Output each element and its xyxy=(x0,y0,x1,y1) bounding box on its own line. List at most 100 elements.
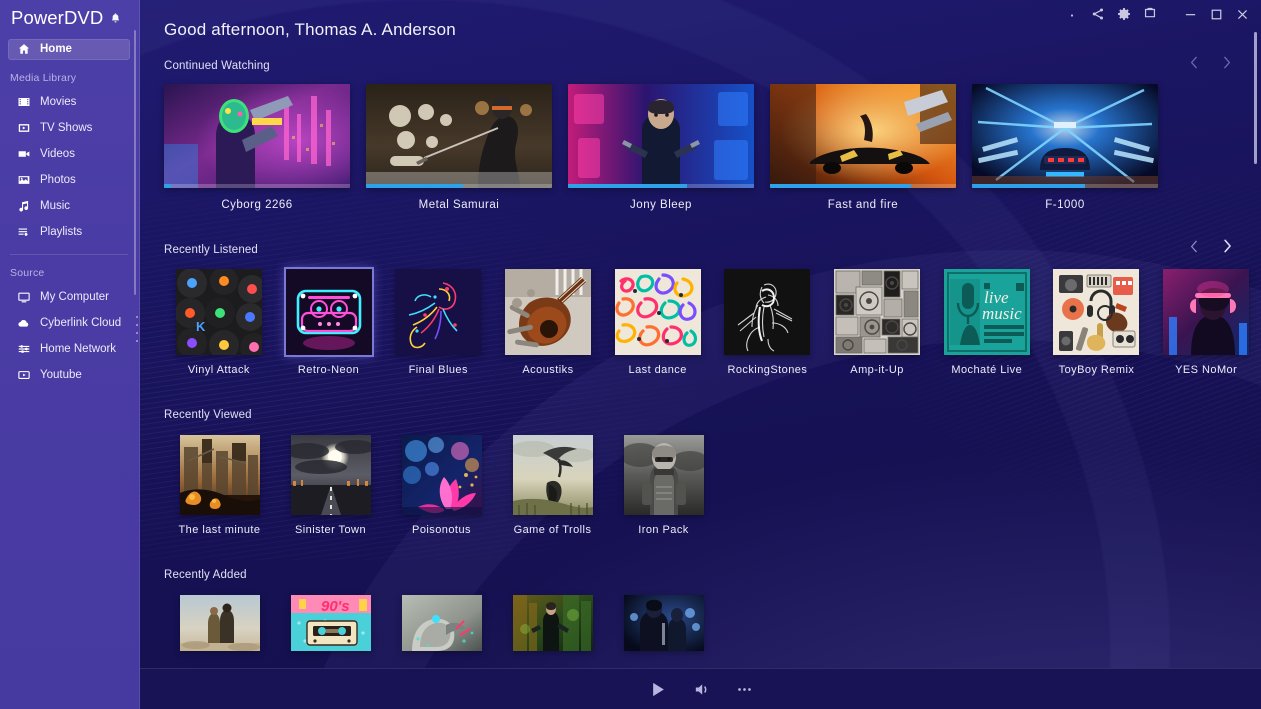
sidebar-item-playlists[interactable]: Playlists xyxy=(8,219,132,245)
album-title: Acoustiks xyxy=(493,364,603,376)
maximize-icon[interactable] xyxy=(1203,1,1229,27)
sidebar-scrollbar[interactable] xyxy=(134,30,136,295)
photo-card[interactable]: Sinister Town xyxy=(275,435,386,536)
sidebar-item-my-computer[interactable]: My Computer xyxy=(8,284,132,310)
album-thumbnail[interactable] xyxy=(615,269,701,355)
media-card[interactable]: Cyborg 2266 xyxy=(164,84,366,211)
album-card[interactable]: Acoustiks xyxy=(493,269,603,376)
album-card-selected[interactable]: Retro-Neon xyxy=(274,269,384,376)
bell-icon[interactable] xyxy=(109,11,122,26)
media-thumbnail[interactable] xyxy=(624,595,704,651)
media-card[interactable]: Metal Samurai xyxy=(366,84,568,211)
album-thumbnail[interactable] xyxy=(286,269,372,355)
photo-thumbnail[interactable] xyxy=(402,435,482,515)
sidebar-item-home[interactable]: Home xyxy=(8,39,130,60)
album-card[interactable]: ToyBoy Remix xyxy=(1042,269,1152,376)
photo-card[interactable]: Game of Trolls xyxy=(497,435,608,536)
media-thumbnail[interactable]: 90's xyxy=(291,595,371,651)
photo-card[interactable]: The last minute xyxy=(164,435,275,536)
album-thumbnail[interactable] xyxy=(505,269,591,355)
chevron-right-icon[interactable] xyxy=(1219,237,1235,255)
photo-card[interactable]: Poisonotus xyxy=(386,435,497,536)
media-thumbnail[interactable] xyxy=(770,84,956,188)
album-card[interactable]: live music Mochaté Live xyxy=(932,269,1042,376)
sidebar-item-my-computer-label: My Computer xyxy=(40,291,109,303)
album-card[interactable]: YES NoMor xyxy=(1151,269,1261,376)
sidebar-item-home-network[interactable]: Home Network xyxy=(8,336,132,362)
minimize-icon[interactable] xyxy=(1177,1,1203,27)
media-thumbnail[interactable] xyxy=(164,84,350,188)
cast-screen-icon[interactable] xyxy=(1137,1,1163,27)
media-card[interactable] xyxy=(386,595,497,651)
sidebar-item-movies[interactable]: Movies xyxy=(8,89,132,115)
sidebar: PowerDVD Home Media Library Movi xyxy=(0,0,140,709)
media-card[interactable] xyxy=(164,595,275,651)
media-card[interactable]: F-1000 xyxy=(972,84,1174,211)
sidebar-item-photos[interactable]: Photos xyxy=(8,167,132,193)
media-thumbnail[interactable] xyxy=(402,595,482,651)
sidebar-group-title-media-library: Media Library xyxy=(0,60,140,89)
album-card[interactable]: RockingStones xyxy=(713,269,823,376)
media-card[interactable] xyxy=(497,595,608,651)
media-thumbnail[interactable] xyxy=(513,595,593,651)
album-title: YES NoMor xyxy=(1151,364,1261,376)
sidebar-resize-handle[interactable] xyxy=(134,316,140,342)
gear-icon[interactable] xyxy=(1111,1,1137,27)
media-thumbnail[interactable] xyxy=(568,84,754,188)
album-thumbnail[interactable] xyxy=(1053,269,1139,355)
album-card[interactable]: K Vinyl Attack xyxy=(164,269,274,376)
chevron-left-icon[interactable] xyxy=(1186,53,1202,71)
album-thumbnail[interactable]: live music xyxy=(944,269,1030,355)
sidebar-item-videos-label: Videos xyxy=(40,148,75,160)
home-icon xyxy=(17,42,31,56)
album-thumbnail[interactable] xyxy=(1163,269,1249,355)
app-brand: PowerDVD xyxy=(0,0,140,36)
media-card[interactable]: Fast and fire xyxy=(770,84,972,211)
album-thumbnail[interactable]: K xyxy=(176,269,262,355)
chevron-right-icon[interactable] xyxy=(1219,53,1235,71)
photo-thumbnail[interactable] xyxy=(291,435,371,515)
media-title: F-1000 xyxy=(972,199,1158,211)
album-card[interactable]: Last dance xyxy=(603,269,713,376)
cloud-icon xyxy=(17,316,31,330)
close-icon[interactable] xyxy=(1229,1,1255,27)
album-thumbnail[interactable] xyxy=(395,269,481,355)
media-card[interactable] xyxy=(608,595,719,651)
album-card[interactable]: Amp-it-Up xyxy=(822,269,932,376)
media-card[interactable]: Jony Bleep xyxy=(568,84,770,211)
chevron-left-icon[interactable] xyxy=(1186,237,1202,255)
sidebar-item-tv-shows[interactable]: TV Shows xyxy=(8,115,132,141)
album-card[interactable]: Final Blues xyxy=(383,269,493,376)
video-camera-icon xyxy=(17,147,31,161)
play-icon[interactable] xyxy=(648,680,667,699)
media-card[interactable]: 90's xyxy=(275,595,386,651)
movies-icon xyxy=(17,95,31,109)
progress-bar xyxy=(366,184,552,188)
share-icon[interactable] xyxy=(1085,1,1111,27)
photo-card[interactable]: Iron Pack xyxy=(608,435,719,536)
album-thumbnail[interactable] xyxy=(724,269,810,355)
album-title: RockingStones xyxy=(713,364,823,376)
sidebar-item-cyberlink-cloud[interactable]: Cyberlink Cloud xyxy=(8,310,132,336)
media-title: Cyborg 2266 xyxy=(164,199,350,211)
playlist-icon xyxy=(17,225,31,239)
media-thumbnail[interactable] xyxy=(366,84,552,188)
row-recently-listened: K Vinyl Attack xyxy=(140,269,1261,376)
photo-thumbnail[interactable] xyxy=(624,435,704,515)
sidebar-item-videos[interactable]: Videos xyxy=(8,141,132,167)
photo-thumbnail[interactable] xyxy=(180,435,260,515)
media-thumbnail[interactable] xyxy=(180,595,260,651)
album-title: Mochaté Live xyxy=(932,364,1042,376)
svg-text:90's: 90's xyxy=(321,598,350,615)
volume-icon[interactable] xyxy=(693,681,710,698)
more-icon[interactable] xyxy=(736,681,753,698)
sidebar-item-cyberlink-cloud-label: Cyberlink Cloud xyxy=(40,317,121,329)
more-dot-icon[interactable] xyxy=(1059,1,1085,27)
sidebar-item-youtube[interactable]: Youtube xyxy=(8,362,132,388)
row-title: Recently Viewed xyxy=(164,409,252,421)
media-thumbnail[interactable] xyxy=(972,84,1158,188)
photo-thumbnail[interactable] xyxy=(513,435,593,515)
album-thumbnail[interactable] xyxy=(834,269,920,355)
main-scrollbar-thumb[interactable] xyxy=(1254,32,1257,164)
sidebar-item-music[interactable]: Music xyxy=(8,193,132,219)
